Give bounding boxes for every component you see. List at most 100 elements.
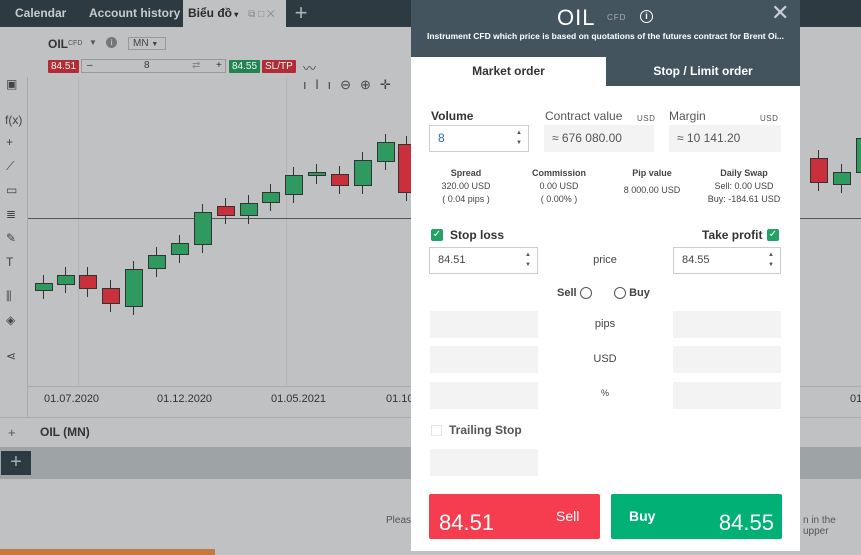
sltp-button[interactable]: SL/TP xyxy=(262,60,296,73)
take-profit-checkbox[interactable]: ✓ xyxy=(767,229,779,241)
sell-button[interactable]: 84.51 Sell xyxy=(429,494,600,539)
pen-icon[interactable]: ✎ xyxy=(6,231,16,245)
symbol-name: OIL xyxy=(48,37,68,51)
stop-loss-pips-input[interactable] xyxy=(430,311,538,338)
info-icon[interactable]: i xyxy=(106,37,117,48)
unit-label: pips xyxy=(594,318,616,330)
contract-value: ≈ 676 080.00 xyxy=(544,125,654,152)
take-profit-value: 84.55 xyxy=(682,254,710,266)
chart-toolbar: OIL CFD ▼ i MN ▼ 84.51 – 8 ⇄ + 84.55 SL/… xyxy=(0,27,411,92)
add-panel-icon[interactable]: + xyxy=(8,425,16,440)
buy-radio[interactable]: Buy xyxy=(614,287,650,300)
candles-icon[interactable]: ⫼ xyxy=(6,289,12,304)
spinner-icon[interactable]: ▲ ▼ xyxy=(516,128,522,148)
buy-price: 84.55 xyxy=(718,510,774,535)
timeframe-select[interactable]: MN ▼ xyxy=(128,37,166,50)
layers-icon[interactable]: ◈ xyxy=(6,313,15,327)
stop-loss-percent-input[interactable] xyxy=(430,382,538,409)
candle-body xyxy=(331,174,349,186)
timeframe-value: MN xyxy=(133,38,149,49)
tab-calendar[interactable]: Calendar xyxy=(15,0,66,27)
candle-body xyxy=(194,212,212,245)
close-icon[interactable]: ✕ xyxy=(771,0,789,26)
trailing-stop-checkbox[interactable] xyxy=(431,425,442,436)
volume-input[interactable]: 8 ▲ ▼ xyxy=(429,125,529,152)
tab-account-history[interactable]: Account history xyxy=(89,0,180,27)
buy-label: Buy xyxy=(629,508,656,524)
rectangle-icon[interactable]: ▭ xyxy=(6,183,17,197)
hint-text: n in the upper xyxy=(803,515,836,537)
fibonacci-icon[interactable]: ≣ xyxy=(6,207,16,221)
price-label: price xyxy=(593,254,617,266)
candle-body xyxy=(240,203,258,216)
info-icon[interactable]: i xyxy=(640,10,653,23)
candle-body xyxy=(217,206,235,216)
tab-chart[interactable]: Biểu đồ ▾ ⧉ □ ✕ xyxy=(183,0,286,27)
stop-loss-checkbox[interactable]: ✓ xyxy=(431,229,443,241)
stop-loss-usd-input[interactable] xyxy=(430,346,538,373)
stop-loss-label: Stop loss xyxy=(450,228,505,242)
take-profit-label: Take profit xyxy=(702,228,763,242)
candle-body xyxy=(354,160,372,186)
volume-value: 8 xyxy=(144,60,150,71)
candle-body xyxy=(308,172,326,176)
instrument-title: OIL xyxy=(557,5,596,30)
candle-body xyxy=(856,138,861,173)
stat-pip-value: Pip value 8 000.00 USD xyxy=(623,168,681,195)
minus-icon[interactable]: – xyxy=(87,60,93,72)
x-axis-label: 01.10 xyxy=(386,393,414,405)
volume-label: Volume xyxy=(431,109,474,123)
window-icon[interactable]: ▣ xyxy=(6,77,17,91)
window-controls-icon[interactable]: ⧉ □ ✕ xyxy=(248,9,274,20)
symbol-dropdown-icon[interactable]: ▼ xyxy=(89,38,97,47)
candle-body xyxy=(262,192,280,203)
plus-icon[interactable]: + xyxy=(216,60,222,72)
unit-label: % xyxy=(600,388,609,398)
take-profit-input[interactable]: 84.55 ▲ ▼ xyxy=(673,247,781,274)
x-axis-label: 01.05.2021 xyxy=(271,393,327,405)
sell-radio[interactable]: Sell xyxy=(557,287,592,300)
crosshair-icon[interactable]: + xyxy=(6,135,13,149)
currency-label: USD xyxy=(760,114,779,123)
candle-body xyxy=(35,283,53,291)
margin-label: Margin xyxy=(669,109,706,123)
progress-bar xyxy=(0,549,215,555)
take-profit-usd-input[interactable] xyxy=(673,346,781,373)
stat-spread: Spread 320.00 USD( 0.04 pips ) xyxy=(441,168,491,204)
candle-body xyxy=(377,142,395,162)
text-icon[interactable]: T xyxy=(6,255,13,269)
candle-body xyxy=(148,255,166,269)
volume-stepper[interactable]: – 8 ⇄ + xyxy=(81,59,226,73)
function-icon[interactable]: f(x) xyxy=(5,113,22,127)
buy-price-button[interactable]: 84.55 xyxy=(229,60,261,73)
tab-stop-limit-order[interactable]: Stop / Limit order xyxy=(606,57,800,86)
chevron-down-icon[interactable]: ▾ xyxy=(232,10,238,19)
instrument-type: CFD xyxy=(607,13,627,22)
candle-body xyxy=(57,275,75,285)
add-tab-button[interactable]: + xyxy=(286,0,316,27)
trailing-stop-input[interactable] xyxy=(430,449,538,476)
candle-body xyxy=(79,275,97,289)
hint-text: Pleas xyxy=(386,515,412,526)
take-profit-percent-input[interactable] xyxy=(673,382,781,409)
stop-loss-value: 84.51 xyxy=(438,254,466,266)
x-axis-label: 01.12.2020 xyxy=(157,393,213,405)
stat-commission: Commission 0.00 USD( 0.00% ) xyxy=(531,168,586,204)
candle-body xyxy=(171,243,189,255)
take-profit-pips-input[interactable] xyxy=(673,311,781,338)
buy-button[interactable]: Buy 84.55 xyxy=(611,494,782,539)
share-icon[interactable]: ⋖ xyxy=(6,349,16,363)
margin-value: ≈ 10 141.20 xyxy=(669,125,781,152)
candle-body xyxy=(125,269,143,307)
sell-price-button[interactable]: 84.51 xyxy=(48,60,80,73)
line-icon[interactable]: ⟋ xyxy=(6,159,14,174)
swap-icon[interactable]: ⇄ xyxy=(192,60,200,72)
add-button[interactable]: + xyxy=(1,451,31,475)
candle-body xyxy=(810,158,828,183)
unit-label: USD xyxy=(593,353,617,365)
stop-loss-input[interactable]: 84.51 ▲ ▼ xyxy=(429,247,538,274)
volume-value: 8 xyxy=(438,131,445,145)
tab-market-order[interactable]: Market order xyxy=(411,57,606,86)
drawing-tools-sidebar: ▣ f(x) + ⟋ ▭ ≣ ✎ T ⫼ ◈ ⋖ xyxy=(0,77,28,417)
trailing-stop-label: Trailing Stop xyxy=(449,423,522,437)
